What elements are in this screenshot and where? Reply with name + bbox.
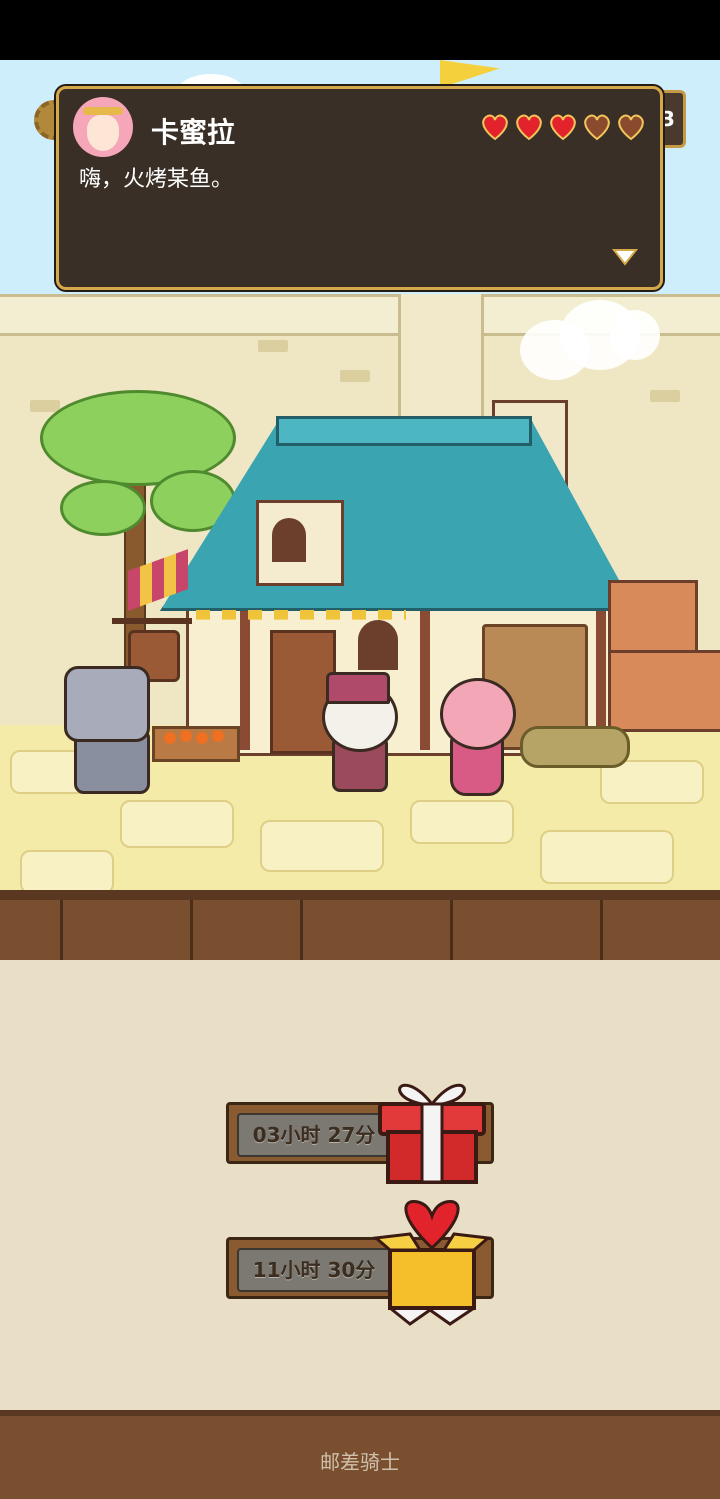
house-beam (420, 600, 430, 750)
dirt-crack (300, 900, 303, 960)
stone (410, 800, 514, 844)
stone (20, 850, 114, 894)
dirt-crack (60, 900, 63, 960)
heart-full-icon (550, 114, 576, 141)
speaker-portrait (73, 97, 133, 157)
stone (120, 800, 234, 848)
dirt-crack (600, 900, 603, 960)
portrait-face (87, 115, 119, 151)
orange (196, 732, 208, 744)
house-beam (240, 600, 250, 750)
next-arrow-icon[interactable] (612, 247, 638, 267)
dirt-edge (0, 890, 720, 900)
dirt-crack (190, 900, 193, 960)
wall-brick (650, 390, 680, 402)
shop-window (358, 620, 398, 670)
orange (180, 730, 192, 742)
stone (260, 820, 384, 872)
dormer-window (272, 518, 306, 562)
portrait-headband (83, 107, 123, 115)
tree-foliage (60, 480, 146, 536)
heart-full-icon (482, 114, 508, 141)
heart-empty-icon (584, 114, 610, 141)
affection-hearts (480, 113, 646, 141)
timer-label: 03小时 27分 (237, 1113, 391, 1157)
shopkeeper-hat (326, 672, 390, 704)
rolled-rugs (520, 726, 630, 768)
heart-full-icon (516, 114, 542, 141)
heart-empty-icon (618, 114, 644, 141)
dirt-crack (450, 900, 453, 960)
gift-box-icon[interactable] (372, 1066, 492, 1186)
orange (212, 730, 224, 742)
wooden-crate (608, 650, 720, 732)
wall-brick (30, 400, 60, 412)
stone (540, 830, 674, 884)
heart-box-icon[interactable] (370, 1198, 494, 1328)
wooden-crate (608, 580, 698, 656)
status-bar (0, 0, 720, 60)
wall-brick (258, 340, 288, 352)
speaker-name: 卡蜜拉 (151, 116, 236, 149)
dialog-box[interactable]: 卡蜜拉 嗨，火烤某鱼。 (56, 86, 663, 290)
dialog-text: 嗨，火烤某鱼。 (79, 167, 234, 192)
orange-crate (152, 726, 240, 762)
camilla-head (440, 678, 516, 750)
dirt-divider (0, 890, 720, 970)
orange (164, 732, 176, 744)
roof-ridge (276, 416, 532, 446)
app-footer-label: 邮差骑士 (320, 1450, 400, 1474)
chimney-smoke (610, 310, 660, 360)
reward-panel (0, 960, 720, 1410)
sign-rod (112, 618, 192, 624)
timer-label: 11小时 30分 (237, 1248, 391, 1292)
knight-helmet (64, 666, 150, 742)
wall-brick (340, 370, 370, 382)
